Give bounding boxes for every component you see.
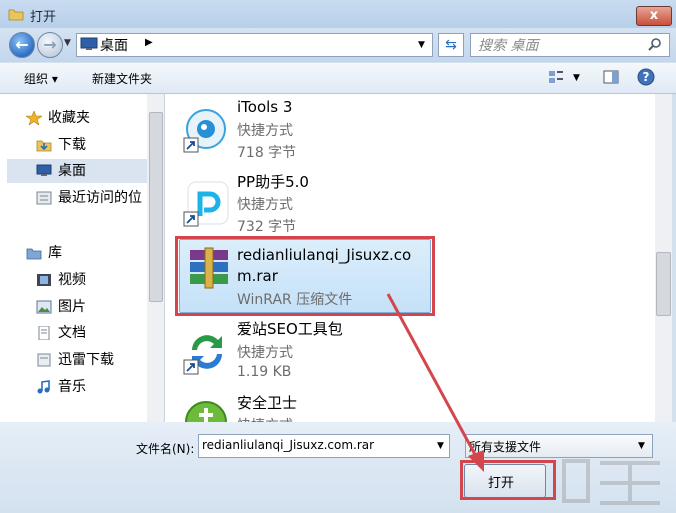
- library-icon: [26, 248, 42, 260]
- aizhan-icon[interactable]: [182, 328, 232, 378]
- sidebar-item-label: 迅雷下载: [58, 352, 114, 368]
- file-type: 快捷方式: [237, 123, 293, 139]
- recent-pages-dropdown[interactable]: ▼: [64, 38, 71, 48]
- document-icon: [38, 326, 50, 340]
- file-list-scrollbar-thumb[interactable]: [656, 252, 671, 316]
- file-type: 快捷方式: [237, 415, 293, 422]
- file-type: 快捷方式: [237, 345, 293, 361]
- file-size: 1.19 KB: [237, 364, 292, 380]
- desktop-icon: [80, 37, 98, 50]
- folder-icon: [8, 9, 24, 21]
- address-dropdown-icon[interactable]: ▼: [418, 40, 425, 50]
- file-name[interactable]: iTools 3: [237, 97, 292, 118]
- filename-label: 文件名(N):: [136, 442, 195, 456]
- download-folder-icon: [36, 140, 52, 152]
- picture-icon: [36, 300, 52, 314]
- file-size: 718 字节: [237, 145, 297, 161]
- recent-icon: [36, 191, 52, 205]
- pp-assistant-icon[interactable]: [182, 180, 232, 230]
- view-options-icon[interactable]: [548, 70, 564, 84]
- sidebar-item-label: 最近访问的位: [58, 190, 142, 206]
- address-bar[interactable]: [76, 33, 433, 57]
- watermark-logo: [562, 459, 660, 505]
- sidebar-item-label: 桌面: [58, 163, 86, 179]
- view-dropdown-icon[interactable]: ▼: [573, 73, 580, 83]
- chevron-right-icon[interactable]: ▶: [145, 37, 153, 48]
- preview-pane-icon[interactable]: [603, 70, 619, 84]
- sidebar-scrollbar-thumb[interactable]: [149, 112, 163, 302]
- search-placeholder: 搜索 桌面: [478, 38, 539, 54]
- chevron-down-icon[interactable]: ▼: [638, 441, 645, 451]
- desktop-icon: [36, 164, 52, 176]
- sidebar-item-label: 音乐: [58, 379, 86, 395]
- thunder-folder-icon: [37, 353, 51, 367]
- refresh-button[interactable]: ⇆: [438, 33, 464, 57]
- 360-safe-icon[interactable]: [182, 398, 232, 422]
- window-title: 打开: [30, 10, 57, 25]
- sidebar-item-label: 收藏夹: [48, 110, 90, 126]
- filename-value: redianliulanqi_Jisuxz.com.rar: [202, 438, 375, 452]
- file-type: 快捷方式: [237, 197, 293, 213]
- sidebar-item-label: 库: [48, 245, 62, 261]
- arrow-annotation: [386, 293, 484, 472]
- svg-text:?: ?: [643, 70, 650, 84]
- new-folder-button[interactable]: 新建文件夹: [92, 70, 152, 87]
- sidebar-item-label: 视频: [58, 272, 86, 288]
- file-name[interactable]: 爱站SEO工具包: [237, 319, 343, 340]
- file-name[interactable]: PP助手5.0: [237, 172, 309, 193]
- title-bar: [0, 0, 676, 28]
- forward-button[interactable]: →: [37, 32, 63, 58]
- sidebar-item-label: 下载: [58, 137, 86, 153]
- file-size: 732 字节: [237, 219, 297, 235]
- help-icon[interactable]: ?: [637, 68, 655, 86]
- video-icon: [37, 274, 51, 286]
- organize-button[interactable]: 组织 ▾: [24, 70, 58, 87]
- sidebar-item-label: 图片: [58, 299, 86, 315]
- file-name[interactable]: 安全卫士: [237, 393, 297, 414]
- itools-icon[interactable]: [182, 106, 232, 156]
- back-button[interactable]: ←: [9, 32, 35, 58]
- sidebar-item-label: 文档: [58, 325, 86, 341]
- close-button[interactable]: x: [636, 6, 672, 26]
- search-icon[interactable]: [648, 37, 662, 51]
- address-text: 桌面: [100, 38, 128, 54]
- star-icon: [26, 111, 42, 125]
- music-icon: [37, 380, 50, 394]
